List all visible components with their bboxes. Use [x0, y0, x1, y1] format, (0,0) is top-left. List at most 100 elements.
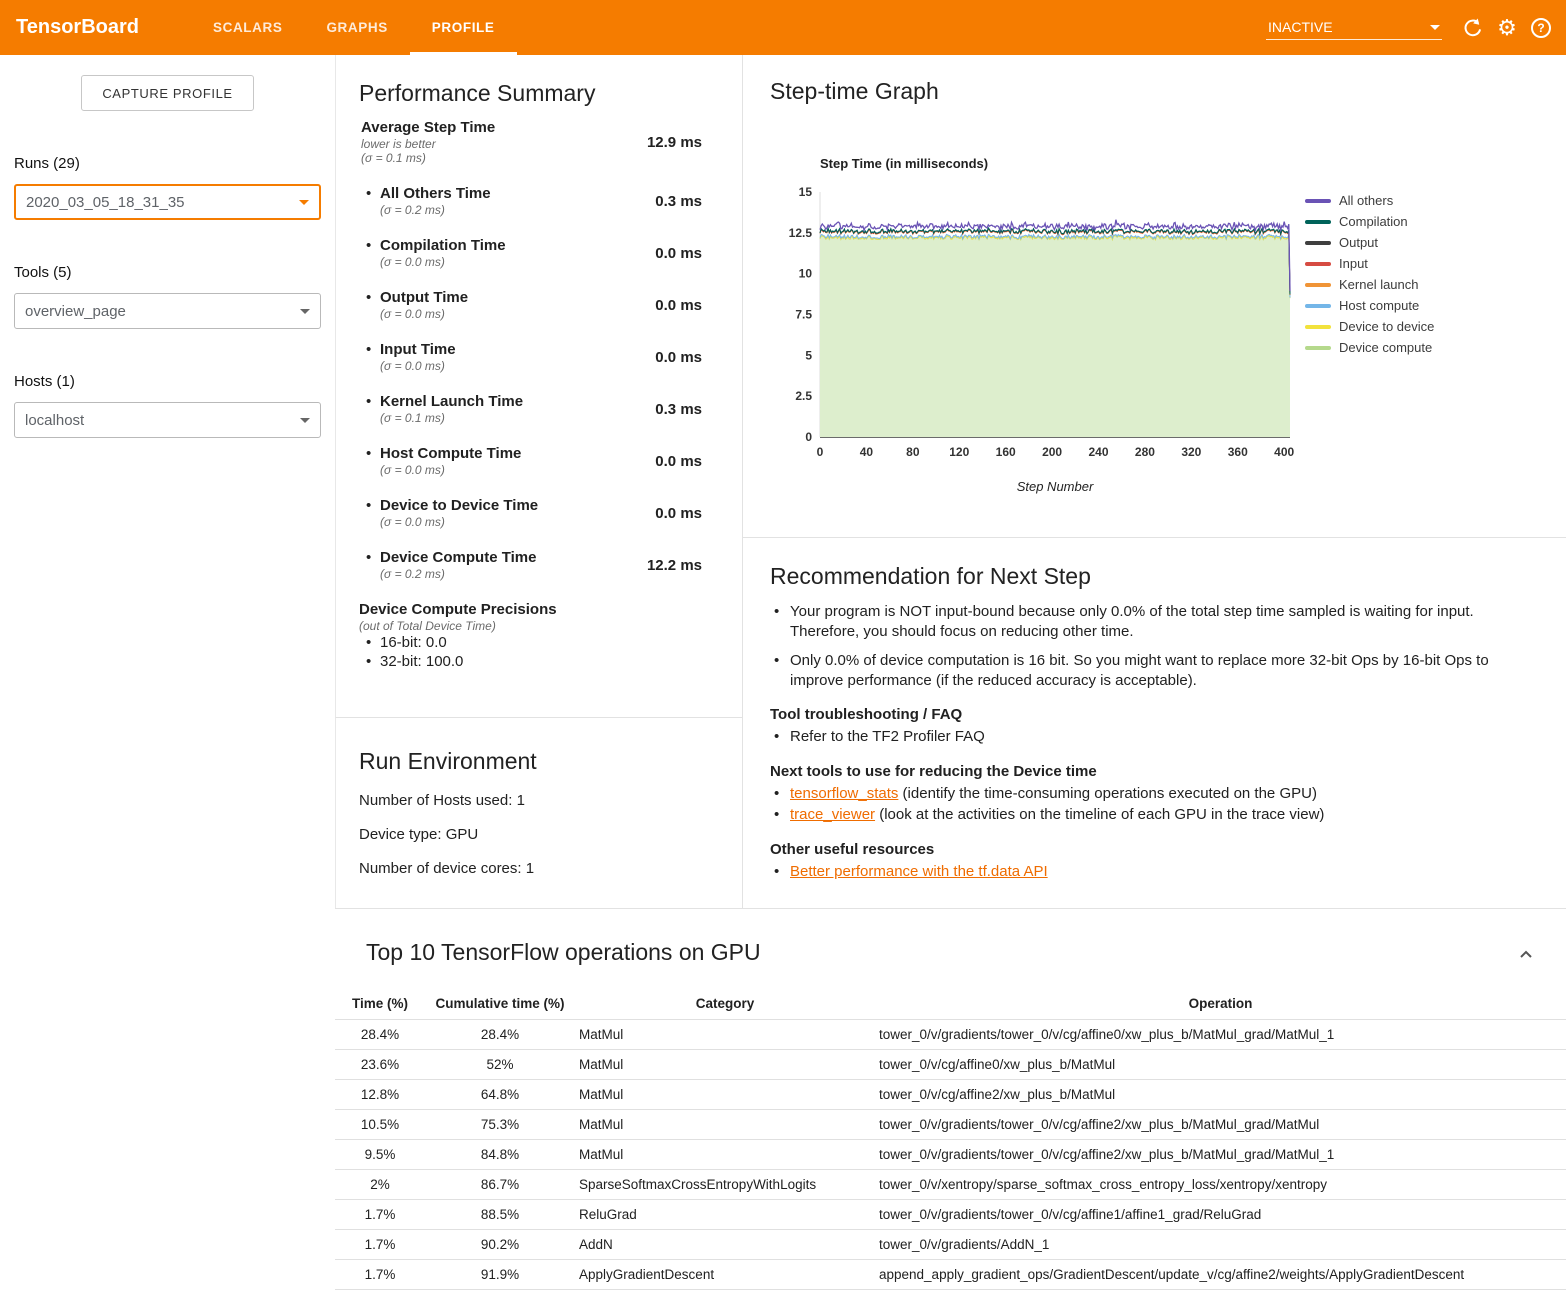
run-environment-line: Device type: GPU — [359, 826, 722, 843]
table-row: 9.5%84.8%MatMultower_0/v/gradients/tower… — [335, 1140, 1566, 1170]
ops-table-body: 28.4%28.4%MatMultower_0/v/gradients/towe… — [335, 1020, 1566, 1290]
metric-value: 12.2 ms — [647, 557, 702, 574]
run-environment-section: Run Environment Number of Hosts used: 1 D… — [335, 718, 743, 908]
tools-select[interactable]: overview_page — [14, 293, 321, 329]
table-cell: SparseSoftmaxCrossEntropyWithLogits — [575, 1170, 875, 1200]
legend-label: Host compute — [1339, 298, 1419, 313]
performance-summary-title: Performance Summary — [359, 80, 702, 107]
step-time-graph-title: Step-time Graph — [770, 78, 939, 105]
table-header-row: Time (%)Cumulative time (%)CategoryOpera… — [335, 988, 1566, 1020]
svg-text:10: 10 — [799, 267, 813, 281]
list-item-text: (look at the activities on the timeline … — [875, 806, 1324, 823]
legend-swatch — [1305, 199, 1331, 203]
table-cell: 2% — [335, 1170, 425, 1200]
metric-label: Host Compute Time — [380, 445, 521, 463]
status-dropdown[interactable]: INACTIVE — [1266, 15, 1442, 40]
help-icon[interactable]: ? — [1524, 11, 1558, 45]
legend-swatch — [1305, 220, 1331, 224]
perf-metric-row: Input Time(σ = 0.0 ms)0.0 ms — [359, 341, 702, 373]
hosts-select[interactable]: localhost — [14, 402, 321, 438]
table-row: 1.7%88.5%ReluGradtower_0/v/gradients/tow… — [335, 1200, 1566, 1230]
list-item: Refer to the TF2 Profiler FAQ — [770, 727, 1521, 747]
inline-link[interactable]: Better performance with the tf.data API — [790, 863, 1048, 880]
table-column-header: Cumulative time (%) — [425, 988, 575, 1020]
metric-label: Device to Device Time — [380, 497, 538, 515]
table-cell: 90.2% — [425, 1230, 575, 1260]
table-row: 2%86.7%SparseSoftmaxCrossEntropyWithLogi… — [335, 1170, 1566, 1200]
table-cell: MatMul — [575, 1050, 875, 1080]
table-cell: tower_0/v/cg/affine2/xw_plus_b/MatMul — [875, 1080, 1566, 1110]
metric-label: Kernel Launch Time — [380, 393, 523, 411]
metric-sigma: (σ = 0.0 ms) — [380, 463, 521, 477]
recommendation-subheading: Tool troubleshooting / FAQ — [770, 706, 1521, 723]
metric-value: 0.0 ms — [655, 453, 702, 470]
tab-profile[interactable]: PROFILE — [410, 0, 517, 55]
legend-label: All others — [1339, 193, 1393, 208]
metric-sigma: (σ = 0.0 ms) — [380, 255, 506, 269]
precisions-subtext: (out of Total Device Time) — [359, 619, 702, 633]
refresh-icon[interactable] — [1456, 11, 1490, 45]
tab-scalars[interactable]: SCALARS — [191, 0, 304, 55]
inline-link[interactable]: trace_viewer — [790, 806, 875, 823]
precisions-title: Device Compute Precisions — [359, 601, 702, 619]
svg-text:5: 5 — [805, 348, 812, 362]
table-cell: MatMul — [575, 1140, 875, 1170]
recommendation-subsection-list: Refer to the TF2 Profiler FAQ — [770, 727, 1521, 747]
gear-icon[interactable]: ⚙ — [1490, 11, 1524, 45]
legend-item: All others — [1305, 190, 1434, 211]
table-cell: 1.7% — [335, 1230, 425, 1260]
run-environment-title: Run Environment — [359, 748, 722, 775]
chart-legend: All othersCompilationOutputInputKernel l… — [1305, 190, 1434, 358]
svg-text:280: 280 — [1135, 445, 1155, 459]
runs-select-value: 2020_03_05_18_31_35 — [26, 194, 185, 211]
metric-sigma: (σ = 0.0 ms) — [380, 307, 468, 321]
table-cell: 10.5% — [335, 1110, 425, 1140]
recommendation-bullets: Your program is NOT input-bound because … — [770, 602, 1521, 690]
svg-text:360: 360 — [1228, 445, 1248, 459]
svg-text:0: 0 — [805, 430, 812, 444]
table-cell: tower_0/v/cg/affine0/xw_plus_b/MatMul — [875, 1050, 1566, 1080]
metric-label: Compilation Time — [380, 237, 506, 255]
tools-label: Tools (5) — [14, 264, 321, 281]
metric-sigma: (σ = 0.0 ms) — [380, 515, 538, 529]
status-dropdown-value: INACTIVE — [1268, 19, 1333, 35]
legend-item: Device compute — [1305, 337, 1434, 358]
top-ops-table: Time (%)Cumulative time (%)CategoryOpera… — [335, 988, 1566, 1290]
metric-subtext: lower is better — [361, 137, 495, 151]
recommendation-subheading: Next tools to use for reducing the Devic… — [770, 763, 1521, 780]
inline-link[interactable]: tensorflow_stats — [790, 785, 898, 802]
perf-metric-row: Output Time(σ = 0.0 ms)0.0 ms — [359, 289, 702, 321]
svg-text:2.5: 2.5 — [795, 389, 812, 403]
perf-metric-row: Compilation Time(σ = 0.0 ms) 0.0 ms — [359, 237, 702, 269]
table-cell: 28.4% — [425, 1020, 575, 1050]
table-cell: tower_0/v/gradients/tower_0/v/cg/affine2… — [875, 1110, 1566, 1140]
device-compute-precisions: Device Compute Precisions (out of Total … — [359, 601, 702, 671]
table-cell: 75.3% — [425, 1110, 575, 1140]
run-environment-line: Number of Hosts used: 1 — [359, 792, 722, 809]
svg-text:40: 40 — [860, 445, 874, 459]
chevron-up-icon[interactable] — [1516, 945, 1536, 965]
chart-x-axis-label: Step Number — [955, 479, 1155, 494]
legend-swatch — [1305, 241, 1331, 245]
run-environment-line: Number of device cores: 1 — [359, 860, 722, 877]
table-cell: tower_0/v/xentropy/sparse_softmax_cross_… — [875, 1170, 1566, 1200]
svg-text:7.5: 7.5 — [795, 308, 812, 322]
app-header: TensorBoard SCALARS GRAPHS PROFILE INACT… — [0, 0, 1566, 55]
recommendation-subsection-list: tensorflow_stats (identify the time-cons… — [770, 784, 1521, 825]
legend-label: Device compute — [1339, 340, 1432, 355]
legend-label: Compilation — [1339, 214, 1408, 229]
metric-label: Output Time — [380, 289, 468, 307]
capture-profile-button[interactable]: CAPTURE PROFILE — [81, 75, 253, 111]
metric-label: Input Time — [380, 341, 456, 359]
table-cell: 84.8% — [425, 1140, 575, 1170]
table-cell: AddN — [575, 1230, 875, 1260]
runs-select[interactable]: 2020_03_05_18_31_35 — [14, 184, 321, 220]
metric-value: 0.0 ms — [655, 245, 702, 262]
tab-bar: SCALARS GRAPHS PROFILE — [191, 0, 517, 55]
precision-item: 16-bit: 0.0 — [359, 633, 702, 652]
tab-graphs[interactable]: GRAPHS — [304, 0, 409, 55]
legend-swatch — [1305, 283, 1331, 287]
legend-item: Output — [1305, 232, 1434, 253]
table-cell: 12.8% — [335, 1080, 425, 1110]
table-cell: tower_0/v/gradients/tower_0/v/cg/affine0… — [875, 1020, 1566, 1050]
